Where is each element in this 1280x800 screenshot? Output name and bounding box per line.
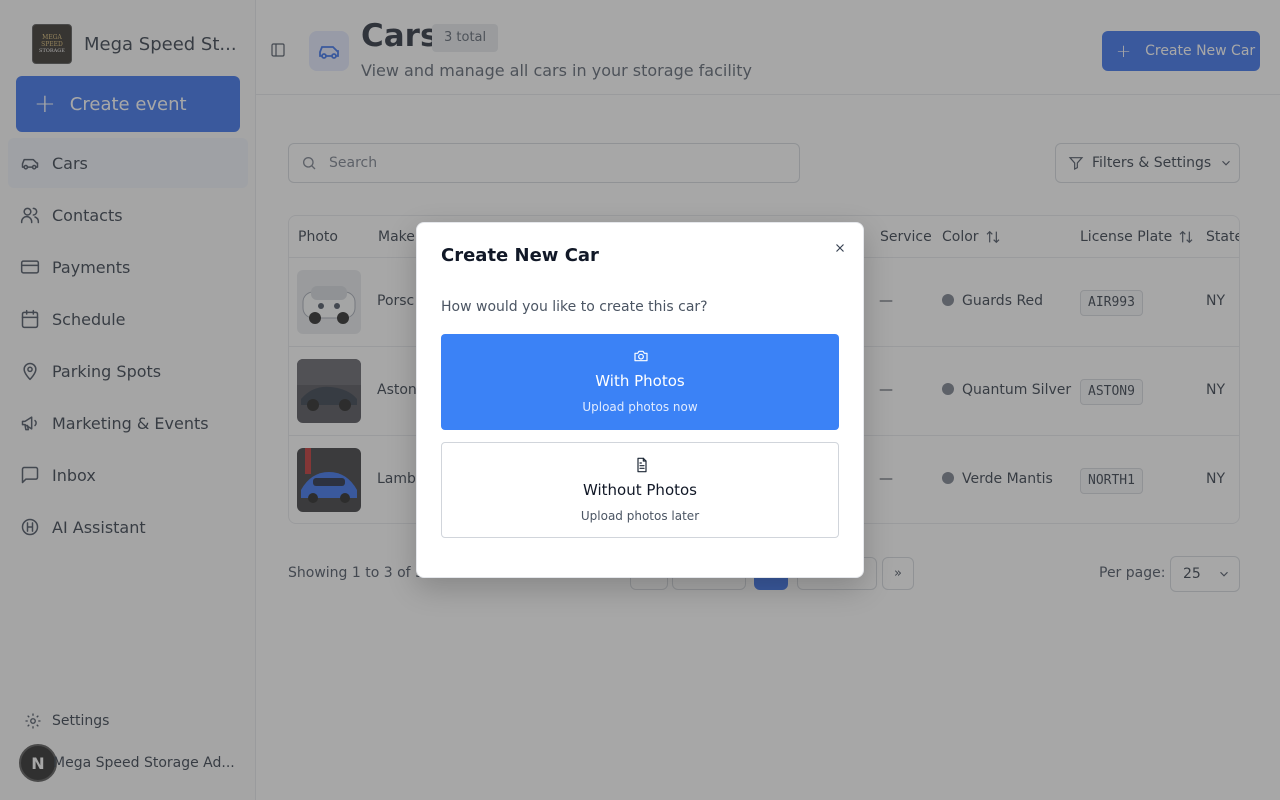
camera-icon — [633, 348, 649, 364]
with-photos-label: With Photos — [595, 372, 685, 390]
without-photos-button[interactable]: Without Photos Upload photos later — [441, 442, 839, 538]
with-photos-sublabel: Upload photos now — [582, 400, 698, 414]
close-icon — [836, 244, 844, 252]
file-text-icon — [634, 457, 650, 473]
create-car-dialog: Create New Car How would you like to cre… — [416, 222, 864, 578]
dialog-title: Create New Car — [441, 245, 599, 266]
dialog-question: How would you like to create this car? — [441, 299, 708, 315]
with-photos-button[interactable]: With Photos Upload photos now — [441, 334, 839, 430]
without-photos-sublabel: Upload photos later — [580, 509, 700, 523]
close-button[interactable] — [833, 240, 847, 254]
without-photos-label: Without Photos — [583, 481, 697, 499]
